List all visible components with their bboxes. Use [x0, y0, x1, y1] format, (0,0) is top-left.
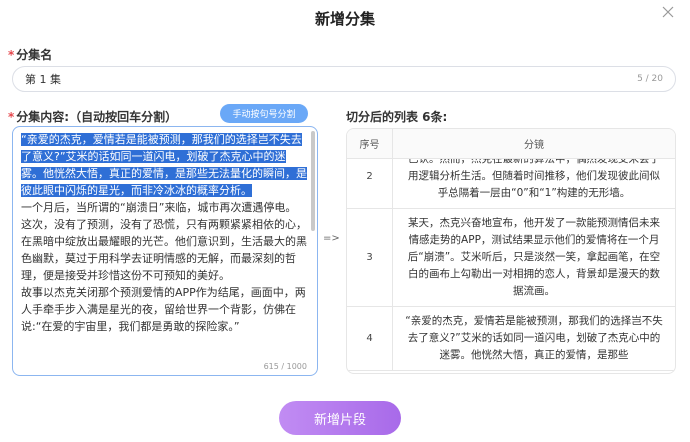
table-row[interactable]: 4 “亲爱的杰克，爱情若是能被预测，那我们的选择岂不失去了意义?”艾米的话如同一…	[347, 307, 675, 371]
textarea-scrollbar[interactable]	[311, 131, 315, 231]
row-text: 某天，杰克兴奋地宣布，他开发了一款能预测情侣未来情感走势的APP，测试结果显示他…	[407, 217, 661, 297]
column-header-shot: 分镜	[524, 140, 544, 151]
add-segment-button[interactable]: 新增片段	[279, 401, 401, 435]
result-list-label: 切分后的列表 6条:	[346, 110, 448, 124]
close-icon[interactable]	[660, 4, 676, 20]
table-body[interactable]: 2 已认。然而，杰克在最新的算法中，偶然发现艾米会了用逻辑分析生活。但随着时间推…	[347, 159, 675, 373]
episode-content-label: * 分集内容:（自动按回车分割）	[8, 110, 178, 124]
episode-name-label: * 分集名	[8, 48, 53, 62]
row-text: 已认。然而，杰克在最新的算法中，偶然发现艾米会了用逻辑分析生活。但随着时间推移，…	[408, 159, 660, 199]
arrow-indicator: =>	[323, 233, 340, 244]
selected-text: “亲爱的杰克，爱情若是能被预测，那我们的选择岂不失去了意义?”艾米的话如同一道闪…	[21, 133, 307, 197]
column-header-index: 序号	[347, 129, 393, 158]
episode-content-textarea[interactable]: “亲爱的杰克，爱情若是能被预测，那我们的选择岂不失去了意义?”艾米的话如同一道闪…	[12, 126, 318, 376]
episode-name-counter: 5 / 20	[637, 74, 663, 84]
row-index: 2	[347, 159, 393, 208]
result-table: 序号 分镜 2 已认。然而，杰克在最新的算法中，偶然发现艾米会了用逻辑分析生活。…	[346, 128, 676, 374]
table-header: 序号 分镜	[347, 129, 675, 159]
episode-content-text: “亲爱的杰克，爱情若是能被预测，那我们的选择岂不失去了意义?”艾米的话如同一道闪…	[21, 131, 307, 335]
content-counter: 615 / 1000	[263, 362, 307, 371]
table-row[interactable]: 2 已认。然而，杰克在最新的算法中，偶然发现艾米会了用逻辑分析生活。但随着时间推…	[347, 159, 675, 209]
unselected-text: 一个月后，当所谓的“崩溃日”来临，城市再次遭遇停电。这次，没有了预测，没有了恐慌…	[21, 201, 307, 333]
row-text: “亲爱的杰克，爱情若是能被预测，那我们的选择岂不失去了意义?”艾米的话如同一道闪…	[405, 315, 663, 361]
row-index: 4	[347, 307, 393, 370]
table-row[interactable]: 3 某天，杰克兴奋地宣布，他开发了一款能预测情侣未来情感走势的APP，测试结果显…	[347, 209, 675, 307]
episode-name-value: 第 1 集	[25, 73, 61, 86]
dialog-title: 新增分集	[314, 10, 375, 28]
row-index: 3	[347, 209, 393, 306]
split-by-period-button[interactable]: 手动按句号分割	[220, 104, 308, 123]
episode-name-input[interactable]: 第 1 集 5 / 20	[12, 66, 676, 92]
